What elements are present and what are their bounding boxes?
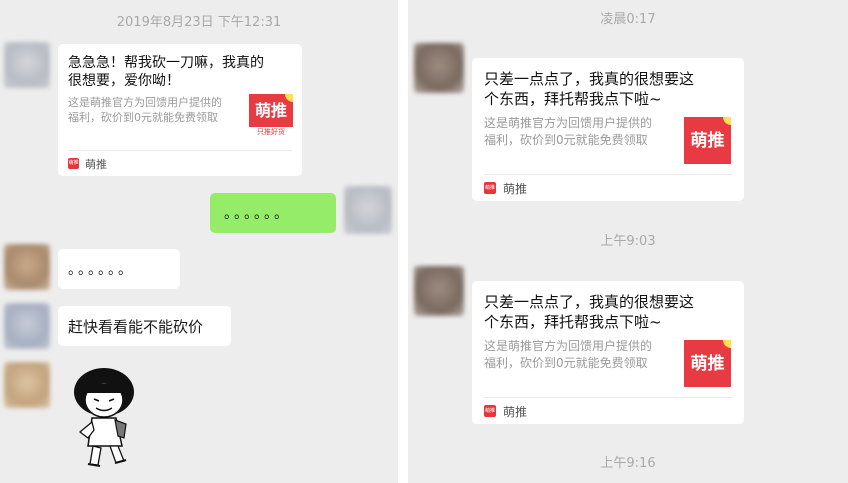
thumbnail-brand-text: 萌推 [690,131,725,151]
received-message-bubble[interactable]: 。。。。。。 [58,249,180,289]
chat-timestamp: 2019年8月23日 下午12:31 [116,15,282,30]
card-title: 急急急！帮我砍一刀嘛，我真的 很想要，爱你呦！ [68,55,264,90]
product-thumbnail: 萌推 [684,117,731,164]
sent-message-bubble[interactable]: 。。。。。。 [210,193,336,233]
my-avatar[interactable] [344,186,392,234]
card-description: 这是萌推官方为回馈用户提供的 福利，砍价到0元就能免费领取 [68,96,222,125]
received-message-bubble[interactable]: 赶快看看能不能砍价 [58,306,231,346]
product-thumbnail: 萌推 只推好货 [249,94,293,138]
bargain-link-card[interactable]: 只差一点点了，我真的很想要这 个东西，拜托帮我点下啦~ 这是萌推官方为回馈用户提… [472,58,744,201]
contact-avatar[interactable] [414,43,464,93]
chat-timestamp: 上午9:03 [600,234,656,249]
source-app-icon: 萌推 [484,405,496,417]
thumbnail-badge [723,340,731,348]
chat-timestamp: 上午9:16 [600,456,656,471]
right-chat-panel: 凌晨0:17 只差一点点了，我真的很想要这 个东西，拜托帮我点下啦~ 这是萌推官… [408,0,848,483]
source-app-icon: 萌推 [68,158,79,169]
received-message-text: 。。。。。。 [68,262,135,278]
card-description: 这是萌推官方为回馈用户提供的 福利，砍价到0元就能免费领取 [484,116,653,147]
thumbnail-badge [723,117,731,125]
thumbnail-brand-text: 萌推 [254,101,287,120]
contact-avatar[interactable] [4,42,50,88]
bargain-link-card[interactable]: 急急急！帮我砍一刀嘛，我真的 很想要，爱你呦！ 这是萌推官方为回馈用户提供的 福… [58,44,302,176]
card-description: 这是萌推官方为回馈用户提供的 福利，砍价到0元就能免费领取 [484,339,653,370]
product-thumbnail: 萌推 [684,340,731,387]
card-title: 只差一点点了，我真的很想要这 个东西，拜托帮我点下啦~ [484,293,695,331]
contact-avatar[interactable] [4,244,50,290]
chat-timestamp: 凌晨0:17 [600,12,656,27]
contact-avatar[interactable] [4,303,50,349]
thumbnail-brand-text: 萌推 [690,354,725,374]
card-divider [484,397,732,398]
source-app-name: 萌推 [503,405,528,419]
source-app-name: 萌推 [503,182,528,196]
thumbnail-slogan: 只推好货 [249,127,293,138]
card-divider [68,150,292,151]
meme-sticker-image[interactable] [66,366,156,480]
sent-message-text: 。。。。。。 [224,206,291,222]
contact-avatar[interactable] [4,362,50,408]
received-message-text: 赶快看看能不能砍价 [68,318,204,336]
source-app-name: 萌推 [85,158,107,171]
card-title: 只差一点点了，我真的很想要这 个东西，拜托帮我点下啦~ [484,70,695,108]
card-divider [484,174,732,175]
contact-avatar[interactable] [414,266,464,316]
source-app-icon: 萌推 [484,182,496,194]
left-chat-panel: 2019年8月23日 下午12:31 急急急！帮我砍一刀嘛，我真的 很想要，爱你… [0,0,398,483]
bargain-link-card[interactable]: 只差一点点了，我真的很想要这 个东西，拜托帮我点下啦~ 这是萌推官方为回馈用户提… [472,281,744,424]
